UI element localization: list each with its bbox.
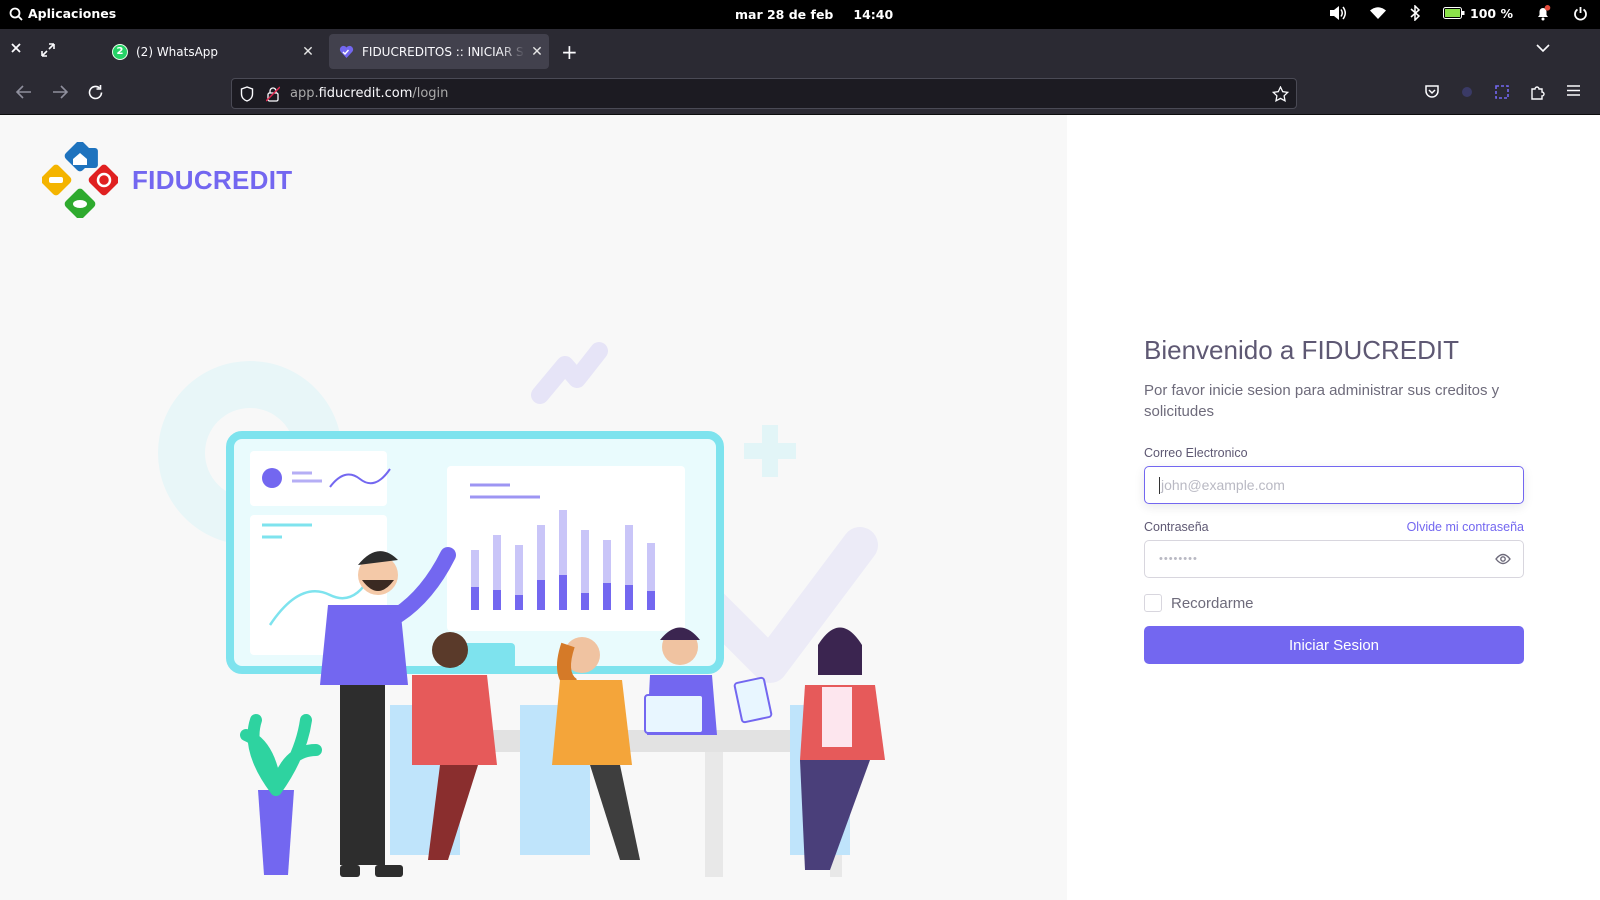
close-tab-icon[interactable]: ✕	[296, 44, 320, 60]
reload-icon[interactable]	[87, 84, 104, 101]
password-placeholder: ••••••••	[1159, 553, 1198, 565]
tab-title: FIDUCREDITOS :: INICIAR SESION	[362, 44, 525, 59]
welcome-heading: Bienvenido a FIDUCREDIT	[1144, 335, 1459, 365]
bluetooth-icon	[1410, 5, 1421, 21]
power-icon	[1574, 6, 1587, 20]
clock[interactable]: mar 28 de feb 14:40	[735, 7, 893, 22]
pocket-icon[interactable]	[1424, 84, 1440, 100]
close-window-icon[interactable]	[11, 43, 21, 53]
password-label: Contraseña	[1144, 520, 1209, 534]
eye-icon[interactable]	[1495, 553, 1511, 565]
system-tray[interactable]: 100 %	[1329, 5, 1588, 21]
tab-fiducredit[interactable]: FIDUCREDITOS :: INICIAR SESION ✕	[329, 34, 549, 69]
email-placeholder: john@example.com	[1161, 477, 1285, 493]
screenshot-extension-icon[interactable]	[1494, 84, 1510, 100]
password-label-row: Contraseña Olvide mi contraseña	[1144, 520, 1524, 534]
illustration-pane: FIDUCREDIT	[0, 115, 1067, 900]
text-caret	[1159, 476, 1160, 494]
shield-icon	[240, 85, 254, 102]
login-form: Bienvenido a FIDUCREDIT Por favor inicie…	[1144, 335, 1524, 664]
back-icon[interactable]	[15, 84, 33, 100]
remember-label: Recordarme	[1171, 594, 1254, 612]
login-button[interactable]: Iniciar Sesion	[1144, 626, 1524, 664]
fiducredit-logo-icon	[42, 142, 118, 218]
menu-hamburger-icon[interactable]	[1566, 84, 1581, 97]
volume-icon	[1330, 6, 1347, 20]
lock-insecure-icon	[266, 85, 280, 102]
address-bar[interactable]: app.fiducredit.com/login	[231, 78, 1297, 109]
page-content: FIDUCREDIT Bienvenido a FIDUCREDIT Por f…	[0, 115, 1600, 900]
wifi-icon	[1370, 7, 1387, 19]
browser-tab-bar: 2 (2) WhatsApp ✕ FIDUCREDITOS :: INICIAR…	[0, 29, 1600, 73]
extensions-puzzle-icon[interactable]	[1530, 84, 1546, 100]
bookmark-star-icon[interactable]	[1272, 86, 1289, 102]
brand-name: FIDUCREDIT	[132, 164, 293, 195]
search-icon	[9, 7, 23, 21]
login-pane: Bienvenido a FIDUCREDIT Por favor inicie…	[1067, 115, 1600, 900]
battery-indicator: 100 %	[1443, 6, 1513, 21]
activities-button[interactable]: Aplicaciones	[9, 6, 116, 21]
close-tab-icon[interactable]: ✕	[525, 44, 549, 60]
notification-bell-icon	[1538, 5, 1551, 21]
new-tab-button[interactable]: +	[561, 40, 578, 64]
apps-label: Aplicaciones	[28, 6, 117, 21]
browser-nav-bar: app.fiducredit.com/login	[0, 73, 1600, 115]
whatsapp-icon: 2	[112, 43, 128, 60]
remember-checkbox[interactable]	[1144, 594, 1162, 612]
fiducredit-heart-icon	[339, 45, 354, 58]
tab-title: (2) WhatsApp	[136, 44, 219, 59]
extension-icon[interactable]	[1459, 84, 1475, 100]
date-label: mar 28 de feb	[735, 7, 834, 22]
chevron-down-icon[interactable]	[1536, 43, 1550, 53]
time-label: 14:40	[853, 7, 894, 22]
email-label: Correo Electronico	[1144, 446, 1248, 460]
welcome-subtitle: Por favor inicie sesion para administrar…	[1144, 382, 1500, 420]
forward-icon[interactable]	[51, 84, 69, 100]
fullscreen-icon[interactable]	[41, 43, 55, 57]
url-text: app.fiducredit.com/login	[290, 86, 449, 101]
battery-icon	[1443, 7, 1465, 19]
forgot-password-link[interactable]: Olvide mi contraseña	[1407, 520, 1524, 534]
tab-whatsapp[interactable]: 2 (2) WhatsApp ✕	[102, 34, 320, 69]
battery-percent: 100 %	[1470, 5, 1513, 21]
brand[interactable]: FIDUCREDIT	[42, 142, 292, 218]
password-field[interactable]: ••••••••	[1144, 540, 1524, 578]
system-top-bar: Aplicaciones mar 28 de feb 14:40 100 %	[0, 0, 1600, 29]
remember-me[interactable]: Recordarme	[1144, 594, 1524, 612]
team-meeting-illustration	[158, 342, 885, 877]
email-field[interactable]: john@example.com	[1144, 466, 1524, 504]
